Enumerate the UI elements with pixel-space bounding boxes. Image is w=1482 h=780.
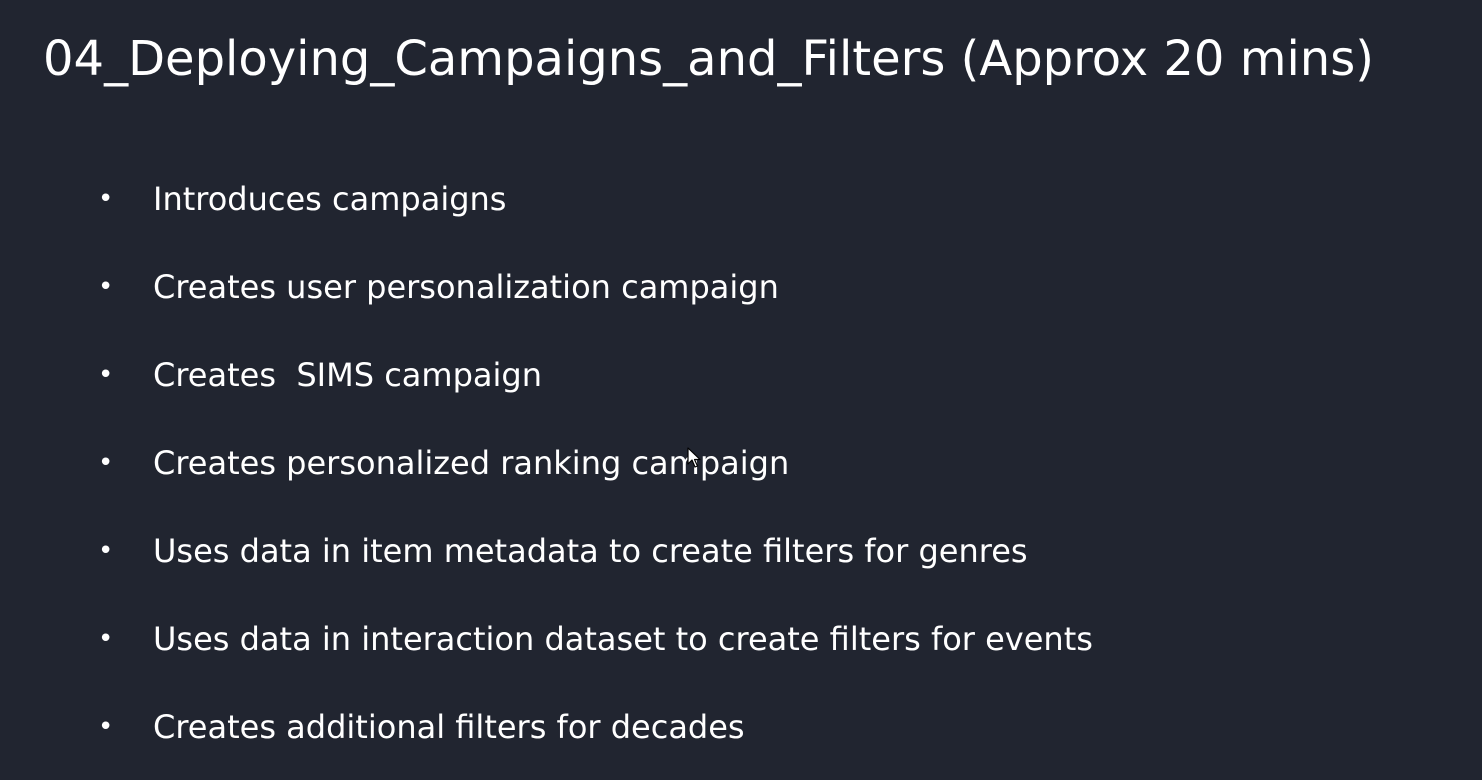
bullet-text: Creates additional filters for decades <box>153 708 745 746</box>
bullet-text: Uses data in interaction dataset to crea… <box>153 620 1093 658</box>
bullet-dot-icon: • <box>98 448 114 478</box>
bullet-item: • Uses data in interaction dataset to cr… <box>0 595 1482 683</box>
bullet-dot-icon: • <box>98 712 114 742</box>
bullet-dot-icon: • <box>98 536 114 566</box>
bullet-text: Creates user personalization campaign <box>153 268 779 306</box>
bullet-item: • Uses data in item metadata to create f… <box>0 507 1482 595</box>
bullet-item: • Introduces campaigns <box>0 155 1482 243</box>
bullet-dot-icon: • <box>98 272 114 302</box>
slide-title: 04_Deploying_Campaigns_and_Filters (Appr… <box>43 31 1374 87</box>
bullet-item: • Creates SIMS campaign <box>0 331 1482 419</box>
bullet-text: Creates SIMS campaign <box>153 356 542 394</box>
bullet-text: Uses data in item metadata to create fil… <box>153 532 1028 570</box>
mouse-pointer-cursor-icon <box>687 447 701 468</box>
bullet-item: • Creates additional filters for decades <box>0 683 1482 771</box>
bullet-dot-icon: • <box>98 624 114 654</box>
bullet-dot-icon: • <box>98 184 114 214</box>
bullet-item: • Creates personalized ranking campaign <box>0 419 1482 507</box>
bullet-text: Introduces campaigns <box>153 180 507 218</box>
bullet-list: • Introduces campaigns • Creates user pe… <box>0 155 1482 771</box>
bullet-item: • Creates user personalization campaign <box>0 243 1482 331</box>
bullet-dot-icon: • <box>98 360 114 390</box>
presentation-slide: 04_Deploying_Campaigns_and_Filters (Appr… <box>0 0 1482 780</box>
